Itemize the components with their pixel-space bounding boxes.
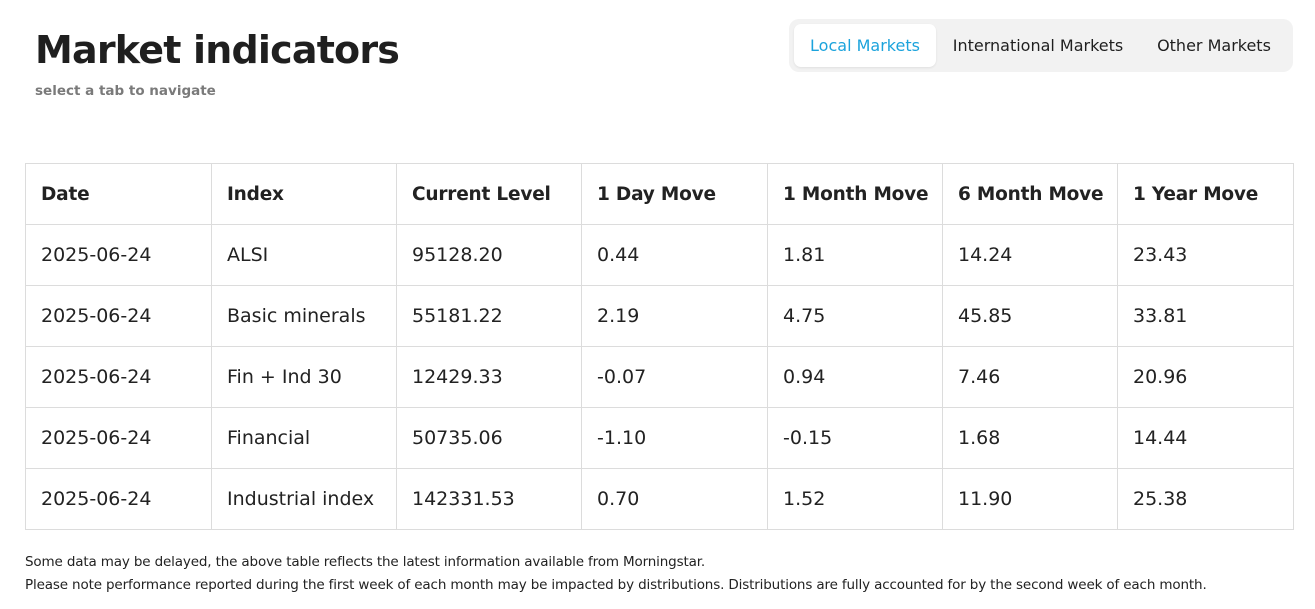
table-row: 2025-06-24 Industrial index 142331.53 0.… xyxy=(25,468,1294,530)
tab-local-markets[interactable]: Local Markets xyxy=(794,24,936,67)
cell-6-month-move: 1.68 xyxy=(942,407,1118,469)
tab-other-markets[interactable]: Other Markets xyxy=(1140,24,1288,67)
cell-1-day-move: -0.07 xyxy=(581,346,768,408)
cell-1-month-move: 1.81 xyxy=(767,224,943,286)
cell-current-level: 12429.33 xyxy=(396,346,582,408)
cell-6-month-move: 7.46 xyxy=(942,346,1118,408)
page-title: Market indicators xyxy=(35,28,400,72)
cell-1-year-move: 14.44 xyxy=(1117,407,1294,469)
cell-current-level: 142331.53 xyxy=(396,468,582,530)
cell-1-year-move: 23.43 xyxy=(1117,224,1294,286)
cell-1-year-move: 20.96 xyxy=(1117,346,1294,408)
cell-date: 2025-06-24 xyxy=(25,224,212,286)
cell-index: Industrial index xyxy=(211,468,397,530)
column-header-date: Date xyxy=(25,163,212,225)
column-header-1-month-move: 1 Month Move xyxy=(767,163,943,225)
footnotes: Some data may be delayed, the above tabl… xyxy=(25,551,1207,597)
tab-international-markets[interactable]: International Markets xyxy=(936,24,1140,67)
cell-1-year-move: 33.81 xyxy=(1117,285,1294,347)
table-row: 2025-06-24 Basic minerals 55181.22 2.19 … xyxy=(25,285,1294,347)
page-subtitle: select a tab to navigate xyxy=(35,83,216,99)
cell-1-day-move: 0.44 xyxy=(581,224,768,286)
cell-1-month-move: -0.15 xyxy=(767,407,943,469)
cell-6-month-move: 14.24 xyxy=(942,224,1118,286)
column-header-1-day-move: 1 Day Move xyxy=(581,163,768,225)
market-indicators-table-wrapper: Date Index Current Level 1 Day Move 1 Mo… xyxy=(25,163,1294,530)
cell-1-day-move: 2.19 xyxy=(581,285,768,347)
cell-date: 2025-06-24 xyxy=(25,285,212,347)
table-row: 2025-06-24 ALSI 95128.20 0.44 1.81 14.24… xyxy=(25,224,1294,286)
cell-current-level: 95128.20 xyxy=(396,224,582,286)
cell-date: 2025-06-24 xyxy=(25,407,212,469)
cell-1-day-move: 0.70 xyxy=(581,468,768,530)
cell-1-day-move: -1.10 xyxy=(581,407,768,469)
column-header-index: Index xyxy=(211,163,397,225)
cell-1-month-move: 4.75 xyxy=(767,285,943,347)
cell-index: Fin + Ind 30 xyxy=(211,346,397,408)
column-header-6-month-move: 6 Month Move xyxy=(942,163,1118,225)
cell-date: 2025-06-24 xyxy=(25,468,212,530)
cell-1-month-move: 1.52 xyxy=(767,468,943,530)
market-indicators-table: Date Index Current Level 1 Day Move 1 Mo… xyxy=(25,163,1294,530)
cell-6-month-move: 45.85 xyxy=(942,285,1118,347)
footnote-data-delay: Some data may be delayed, the above tabl… xyxy=(25,554,706,570)
footnote-distributions: Please note performance reported during … xyxy=(25,577,1207,593)
market-tabs: Local Markets International Markets Othe… xyxy=(789,19,1293,72)
cell-6-month-move: 11.90 xyxy=(942,468,1118,530)
cell-date: 2025-06-24 xyxy=(25,346,212,408)
cell-1-year-move: 25.38 xyxy=(1117,468,1294,530)
cell-1-month-move: 0.94 xyxy=(767,346,943,408)
cell-current-level: 55181.22 xyxy=(396,285,582,347)
cell-current-level: 50735.06 xyxy=(396,407,582,469)
table-row: 2025-06-24 Fin + Ind 30 12429.33 -0.07 0… xyxy=(25,346,1294,408)
cell-index: Financial xyxy=(211,407,397,469)
table-row: 2025-06-24 Financial 50735.06 -1.10 -0.1… xyxy=(25,407,1294,469)
cell-index: ALSI xyxy=(211,224,397,286)
column-header-1-year-move: 1 Year Move xyxy=(1117,163,1294,225)
table-header-row: Date Index Current Level 1 Day Move 1 Mo… xyxy=(25,163,1294,225)
column-header-current-level: Current Level xyxy=(396,163,582,225)
cell-index: Basic minerals xyxy=(211,285,397,347)
